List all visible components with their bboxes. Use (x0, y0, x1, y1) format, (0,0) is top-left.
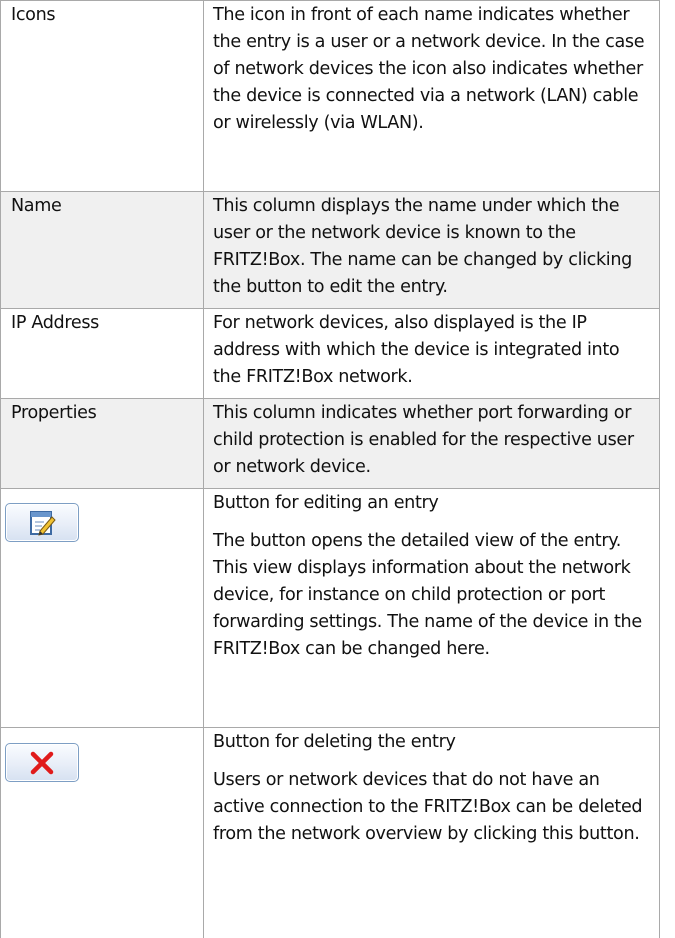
delete-icon (28, 749, 56, 777)
button-title: Button for deleting the entry (213, 729, 651, 756)
edit-icon (28, 509, 56, 537)
button-description: Users or network devices that do not hav… (213, 767, 651, 848)
description-cell: For network devices, also displayed is t… (204, 309, 660, 399)
table-row: IP Address For network devices, also dis… (1, 309, 660, 399)
icon-cell (1, 489, 204, 728)
term-cell: Name (1, 192, 204, 309)
definition-table: Icons The icon in front of each name ind… (0, 0, 660, 938)
description-cell: This column displays the name under whic… (204, 192, 660, 309)
button-description: The button opens the detailed view of th… (213, 528, 651, 663)
table-row: Properties This column indicates whether… (1, 399, 660, 489)
description-cell: This column indicates whether port forwa… (204, 399, 660, 489)
button-title: Button for editing an entry (213, 490, 651, 517)
delete-entry-button[interactable] (5, 743, 79, 782)
description-cell: Button for editing an entry The button o… (204, 489, 660, 728)
term-cell: Properties (1, 399, 204, 489)
table-row: Name This column displays the name under… (1, 192, 660, 309)
description-cell: Button for deleting the entry Users or n… (204, 728, 660, 938)
description-cell: The icon in front of each name indicates… (204, 1, 660, 192)
term-cell: IP Address (1, 309, 204, 399)
term-cell: Icons (1, 1, 204, 192)
table-row: Button for editing an entry The button o… (1, 489, 660, 728)
edit-entry-button[interactable] (5, 503, 79, 542)
table-row: Button for deleting the entry Users or n… (1, 728, 660, 938)
icon-cell (1, 728, 204, 938)
table-row: Icons The icon in front of each name ind… (1, 1, 660, 192)
